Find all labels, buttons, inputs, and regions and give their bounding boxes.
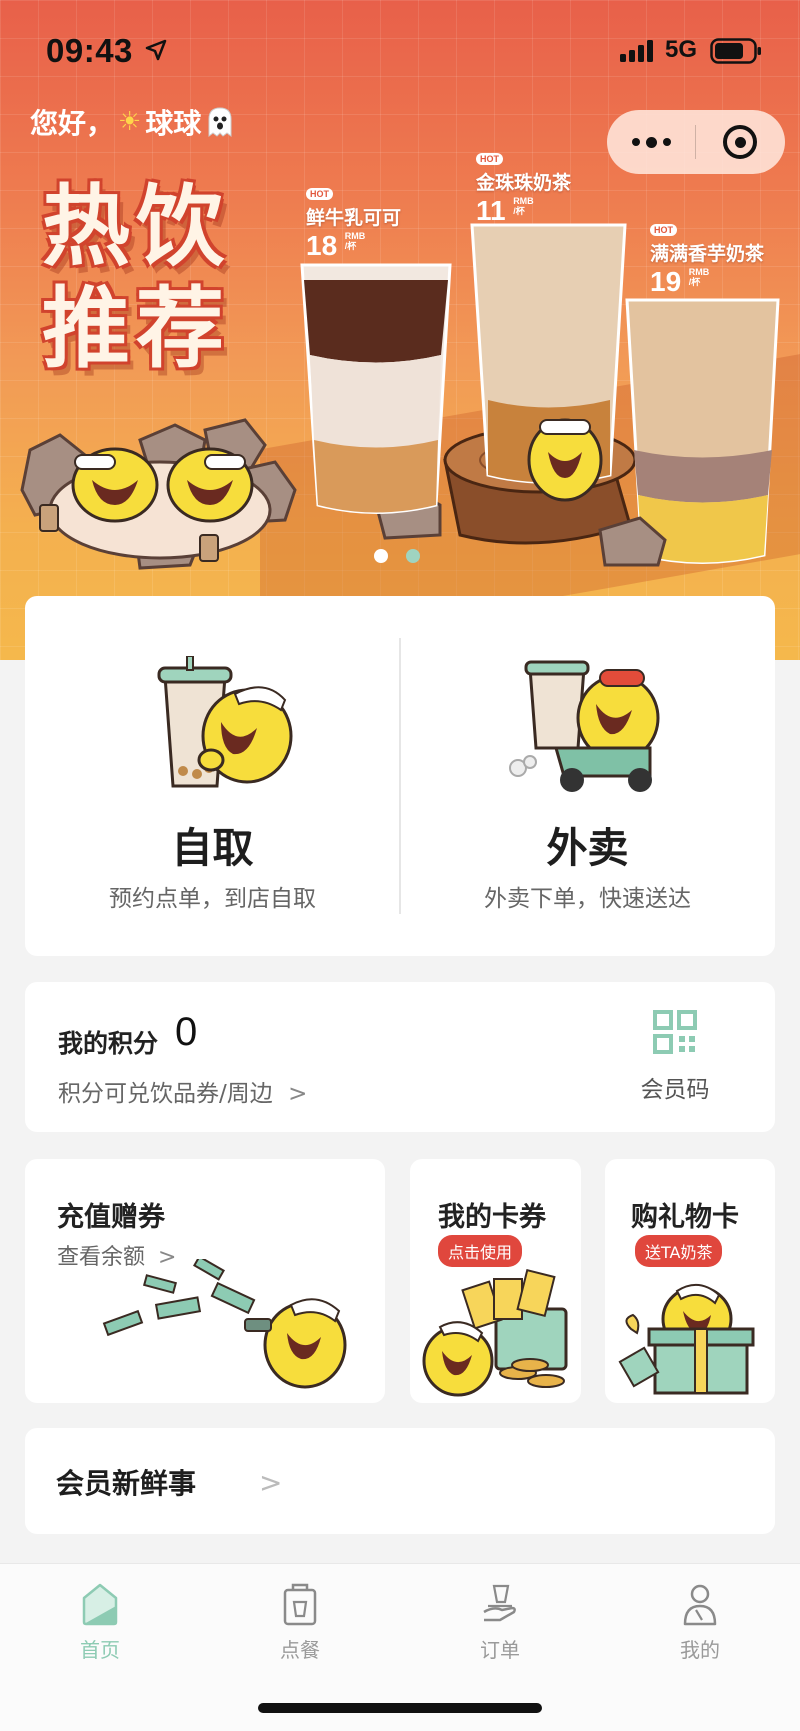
price-unit: RMB/杯 [344, 231, 366, 251]
tab-order[interactable]: 点餐 [240, 1582, 360, 1663]
home-icon [82, 1583, 118, 1626]
pickup-option[interactable]: 自取 预约点单，到店自取 [25, 596, 400, 956]
mascot-left-1 [71, 447, 159, 523]
network-type: 5G [665, 36, 698, 63]
mascot-stump [527, 418, 603, 502]
member-code-label[interactable]: 会员码 [625, 1070, 725, 1104]
drink-label-pearl: HOT 金珠珠奶茶 11 RMB/杯 [476, 147, 571, 227]
mascot-left-2 [166, 447, 254, 523]
chevron-right-icon: > [288, 1081, 308, 1107]
my-coupons-tag: 点击使用 [438, 1235, 523, 1267]
drink-price: 18 [306, 230, 338, 261]
cellular-signal-icon [620, 40, 653, 62]
cocoa-cup [300, 263, 452, 514]
member-news-card[interactable]: 会员新鲜事 > [25, 1428, 775, 1534]
user-nickname: 球球 [145, 107, 202, 140]
tab-profile-label: 我的 [680, 1638, 720, 1662]
money-mascot-illustration [102, 1259, 347, 1389]
drink-name: 满满香芋奶茶 [650, 243, 765, 265]
gift-card-card[interactable]: 购礼物卡 送TA奶茶 [605, 1159, 775, 1403]
hot-badge: HOT [306, 188, 333, 200]
points-value: 0 [175, 1010, 198, 1054]
miniprogram-capsule [607, 110, 785, 174]
banner-title-line1: 热饮 [42, 174, 231, 278]
chevron-right-icon: > [259, 1466, 283, 1499]
points-label: 我的积分 [58, 1029, 159, 1058]
gift-mascot-illustration [618, 1284, 755, 1395]
recharge-title: 充值赠券 [57, 1202, 165, 1233]
drink-label-cocoa: HOT 鲜牛乳可可 18 RMB/杯 [306, 182, 401, 262]
my-coupons-card[interactable]: 我的卡券 点击使用 [410, 1159, 581, 1403]
home-indicator[interactable] [258, 1703, 542, 1713]
rocks-left [20, 418, 297, 570]
tab-profile[interactable]: 我的 [640, 1582, 760, 1663]
tab-home-label: 首页 [80, 1638, 120, 1662]
price-unit: RMB/杯 [513, 196, 534, 216]
battery-icon [710, 38, 761, 64]
my-coupons-title: 我的卡券 [438, 1202, 546, 1233]
greeting: 您好， ☀ 球球 [30, 102, 235, 142]
location-arrow-icon [145, 39, 167, 61]
recharge-card[interactable]: 充值赠券 查看余额 > [25, 1159, 385, 1403]
close-miniprogram-button[interactable] [696, 125, 784, 159]
pickup-subtitle: 预约点单，到店自取 [109, 886, 316, 912]
points-subtitle[interactable]: 积分可兑饮品券/周边 > [58, 1074, 307, 1108]
tab-orders-label: 订单 [480, 1638, 520, 1662]
gift-card-title: 购礼物卡 [631, 1202, 739, 1233]
delivery-title: 外卖 [546, 824, 629, 872]
tab-home[interactable]: 首页 [40, 1582, 160, 1663]
greeting-prefix: 您好， [30, 107, 115, 140]
gift-card-tag: 送TA奶茶 [635, 1235, 723, 1267]
tab-orders[interactable]: 订单 [440, 1582, 560, 1663]
hero-banner[interactable]: 09:43 5G 您好， ☀ 球球 热饮 推荐 HOT 鲜牛乳可可 18 RMB… [0, 0, 800, 660]
delivery-subtitle: 外卖下单，快速送达 [484, 886, 691, 912]
pickup-mascot-illustration [157, 656, 293, 788]
pickup-title: 自取 [171, 824, 254, 872]
banner-title-line2: 推荐 [42, 276, 231, 380]
status-bar: 09:43 5G [0, 0, 800, 100]
ghost-icon [208, 107, 232, 137]
banner-title: 热饮 推荐 [42, 175, 282, 379]
drink-name: 鲜牛乳可可 [306, 207, 402, 229]
points-card[interactable]: 我的积分 0 积分可兑饮品券/周边 > 会员码 [25, 982, 775, 1132]
target-icon [723, 125, 757, 159]
page-dot[interactable] [406, 549, 420, 563]
tab-order-label: 点餐 [280, 1638, 320, 1662]
page-dot-active[interactable] [374, 549, 388, 563]
profile-icon [683, 1584, 717, 1626]
orders-hand-icon [483, 1584, 516, 1622]
price-unit: RMB/杯 [688, 267, 710, 287]
drink-label-taro: HOT 满满香芋奶茶 19 RMB/杯 [650, 218, 764, 298]
drink-price: 19 [650, 266, 682, 297]
drink-price: 11 [476, 195, 506, 226]
status-time: 09:43 [46, 32, 133, 69]
member-news-title: 会员新鲜事 [56, 1467, 197, 1500]
hot-badge: HOT [650, 224, 677, 236]
hot-badge: HOT [476, 153, 503, 165]
taro-milk-tea-cup [625, 298, 780, 564]
qr-code-icon[interactable] [653, 1010, 697, 1054]
banner-page-indicator [374, 549, 420, 563]
order-bag-icon [283, 1583, 317, 1626]
delivery-option[interactable]: 外卖 外卖下单，快速送达 [400, 596, 775, 956]
order-mode-card: 自取 预约点单，到店自取 外卖 外卖下单，快速送达 [25, 596, 775, 956]
coupons-mascot-illustration [422, 1269, 568, 1397]
sun-icon: ☀ [118, 107, 142, 137]
delivery-mascot-illustration [509, 660, 660, 792]
more-menu-button[interactable] [607, 136, 695, 148]
drink-name: 金珠珠奶茶 [476, 172, 572, 194]
